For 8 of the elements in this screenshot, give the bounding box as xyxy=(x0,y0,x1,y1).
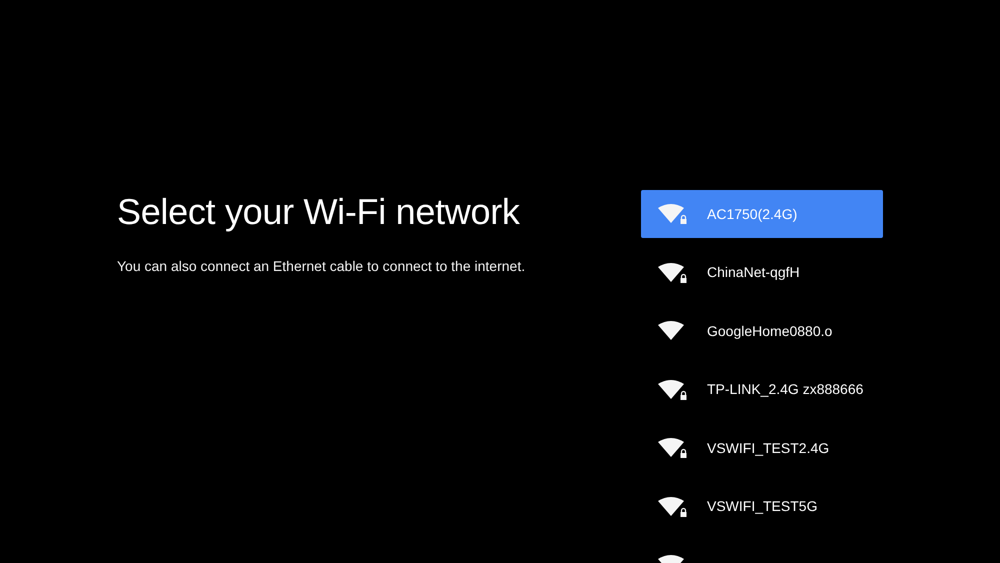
network-item[interactable]: VSWIFI_TEST5G xyxy=(641,482,883,530)
subtitle-text: You can also connect an Ethernet cable to connect to the internet. xyxy=(117,257,526,276)
network-item[interactable]: ChinaNet-qgfH xyxy=(641,248,883,296)
network-item[interactable]: GoogleHome0880.o xyxy=(641,307,883,355)
network-item[interactable]: AC1750(2.4G) xyxy=(641,190,883,238)
network-item[interactable]: VSWIFI_TEST2.4G xyxy=(641,424,883,472)
page-title: Select your Wi-Fi network xyxy=(117,190,521,234)
network-item[interactable]: TP-LINK_2.4G zx888666 xyxy=(641,366,883,414)
